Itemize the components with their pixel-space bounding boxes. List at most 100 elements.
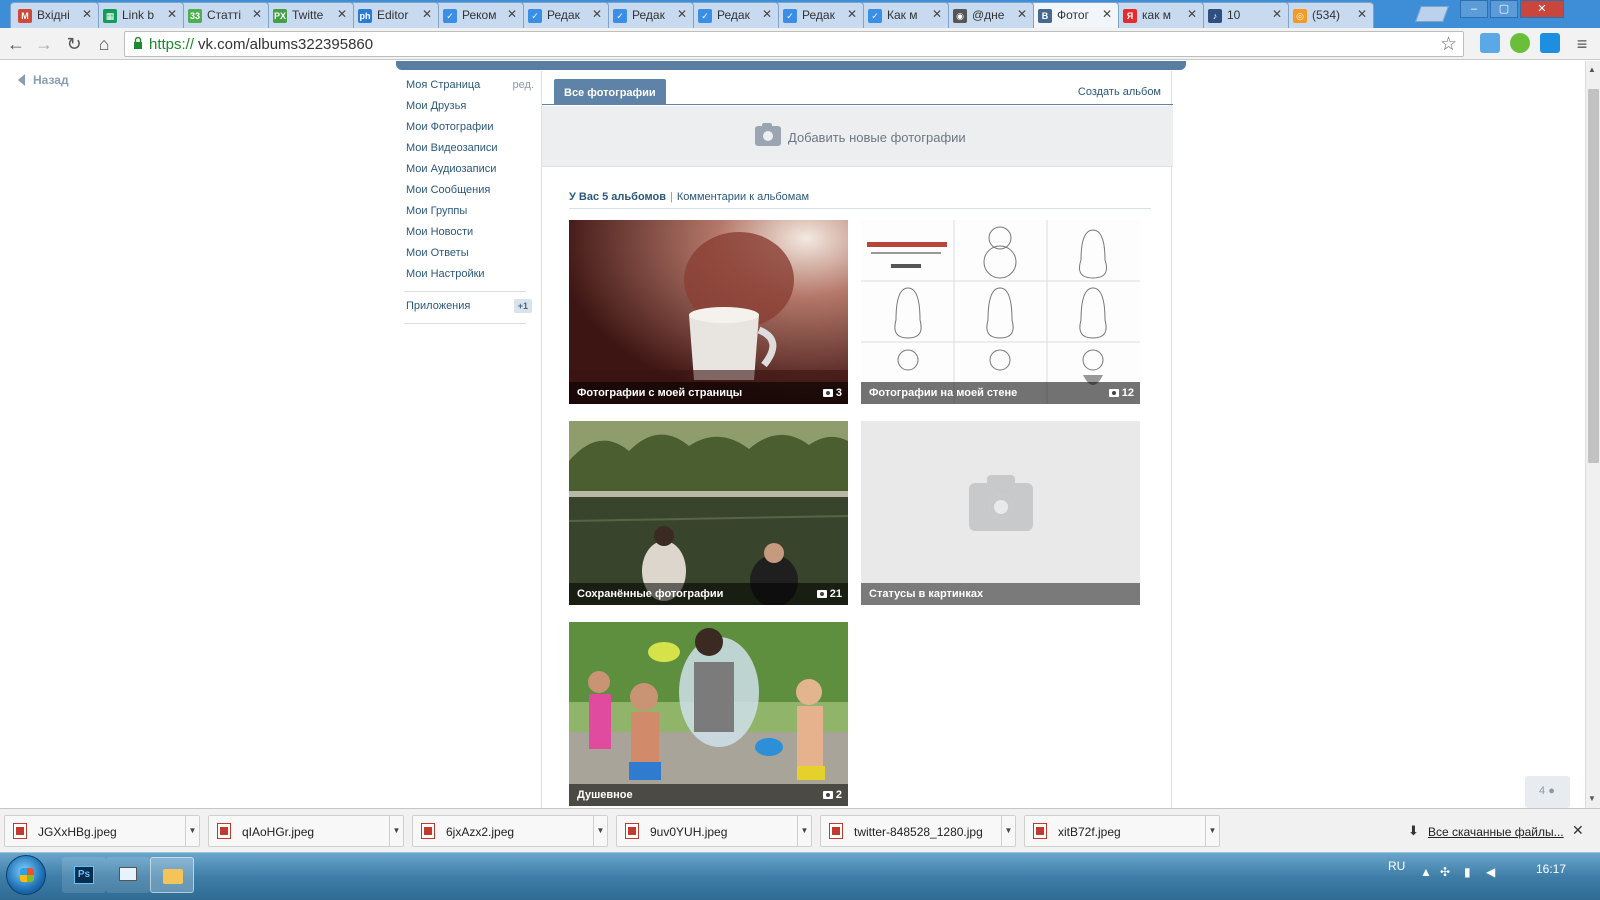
tab-close-icon[interactable]: ✕ <box>1272 7 1282 21</box>
tab-close-icon[interactable]: ✕ <box>592 7 602 21</box>
home-icon[interactable]: ⌂ <box>92 32 116 56</box>
taskbar-window[interactable] <box>106 857 150 893</box>
chevron-down-icon[interactable]: ▼ <box>185 816 199 846</box>
menu-videos[interactable]: Мои Видеозаписи <box>404 138 536 159</box>
tab-close-icon[interactable]: ✕ <box>337 7 347 21</box>
album-card[interactable]: Фотографии с моей страницы 3 <box>569 220 848 404</box>
tab-close-icon[interactable]: ✕ <box>1357 7 1367 21</box>
browser-tab[interactable]: ✓ Редак ✕ <box>605 2 694 28</box>
back-arrow-icon[interactable]: ← <box>4 32 28 56</box>
forward-arrow-icon[interactable]: → <box>32 32 56 56</box>
start-button[interactable] <box>6 855 46 895</box>
browser-tab[interactable]: ✓ Редак ✕ <box>690 2 779 28</box>
browser-tab[interactable]: ✓ Как м ✕ <box>860 2 949 28</box>
chevron-down-icon[interactable]: ▼ <box>1205 816 1219 846</box>
reload-icon[interactable]: ↻ <box>62 32 86 56</box>
album-card[interactable]: Статусы в картинках <box>861 421 1140 605</box>
browser-tab[interactable]: ✓ Реком ✕ <box>435 2 524 28</box>
online-friends-widget[interactable]: 4 ● <box>1525 776 1570 808</box>
tab-close-icon[interactable]: ✕ <box>847 7 857 21</box>
menu-news[interactable]: Мои Новости <box>404 222 536 243</box>
download-item[interactable]: 9uv0YUH.jpeg ▼ <box>616 815 812 847</box>
menu-groups[interactable]: Мои Группы <box>404 201 536 222</box>
download-item[interactable]: qIAoHGr.jpeg ▼ <box>208 815 404 847</box>
browser-tab[interactable]: B Фотог ✕ <box>1030 2 1119 28</box>
menu-icon[interactable]: ≡ <box>1570 32 1594 56</box>
browser-tab[interactable]: ♪ 10 ✕ <box>1200 2 1289 28</box>
browser-tab[interactable]: ph Editor ✕ <box>350 2 439 28</box>
download-extension-icon[interactable] <box>1510 33 1530 53</box>
menu-photos[interactable]: Мои Фотографии <box>404 117 536 138</box>
language-indicator[interactable]: RU <box>1388 859 1405 873</box>
menu-divider <box>404 323 526 324</box>
create-album-link[interactable]: Создать альбом <box>1078 86 1161 98</box>
browser-tab[interactable]: PX Twitte ✕ <box>265 2 354 28</box>
menu-apps[interactable]: Приложения +1 <box>404 296 536 317</box>
chevron-down-icon[interactable]: ▼ <box>1001 816 1015 846</box>
tab-close-icon[interactable]: ✕ <box>167 7 177 21</box>
album-card[interactable]: Фотографии на моей стене 12 <box>861 220 1140 404</box>
bookmark-star-icon[interactable]: ☆ <box>1440 33 1457 56</box>
tray-expand-icon[interactable]: ▲ <box>1420 865 1432 879</box>
taskbar-photoshop[interactable]: Ps <box>62 857 106 893</box>
back-link[interactable]: Назад <box>18 73 69 87</box>
tab-close-icon[interactable]: ✕ <box>932 7 942 21</box>
search-extension-icon[interactable] <box>1540 33 1560 53</box>
tab-all-photos[interactable]: Все фотографии <box>554 79 666 105</box>
taskbar-explorer[interactable] <box>150 857 194 893</box>
tab-close-icon[interactable]: ✕ <box>1187 7 1197 21</box>
address-bar[interactable]: https:// vk.com/albums322395860 ☆ <box>124 31 1464 57</box>
menu-friends[interactable]: Мои Друзья <box>404 96 536 117</box>
album-card[interactable]: Сохранённые фотографии 21 <box>569 421 848 605</box>
maximize-button[interactable]: ▢ <box>1490 0 1518 18</box>
menu-answers[interactable]: Мои Ответы <box>404 243 536 264</box>
menu-my-page[interactable]: Моя Страница ред. <box>404 75 536 96</box>
tab-close-icon[interactable]: ✕ <box>507 7 517 21</box>
browser-tab[interactable]: M Вхідні ✕ <box>10 2 99 28</box>
network-icon[interactable]: ▮ <box>1464 865 1471 879</box>
scroll-down-icon[interactable]: ▼ <box>1588 794 1596 803</box>
close-window-button[interactable]: ✕ <box>1520 0 1564 18</box>
menu-messages[interactable]: Мои Сообщения <box>404 180 536 201</box>
download-item[interactable]: twitter-848528_1280.jpg ▼ <box>820 815 1016 847</box>
tab-close-icon[interactable]: ✕ <box>762 7 772 21</box>
browser-tab[interactable]: ◎ (534) ✕ <box>1285 2 1374 28</box>
tab-close-icon[interactable]: ✕ <box>677 7 687 21</box>
add-photos-button[interactable]: Добавить новые фотографии <box>542 106 1173 167</box>
tab-close-icon[interactable]: ✕ <box>252 7 262 21</box>
album-comments-link[interactable]: Комментарии к альбомам <box>677 191 809 203</box>
chevron-down-icon[interactable]: ▼ <box>593 816 607 846</box>
tab-close-icon[interactable]: ✕ <box>1102 7 1112 21</box>
download-item[interactable]: xitB72f.jpeg ▼ <box>1024 815 1220 847</box>
download-item[interactable]: 6jxAzx2.jpeg ▼ <box>412 815 608 847</box>
download-filename: twitter-848528_1280.jpg <box>854 825 983 839</box>
menu-settings[interactable]: Мои Настройки <box>404 264 536 285</box>
volume-icon[interactable]: ◀ <box>1486 865 1495 879</box>
menu-audio[interactable]: Мои Аудиозаписи <box>404 159 536 180</box>
clock[interactable]: 16:17 <box>1536 862 1566 876</box>
tab-close-icon[interactable]: ✕ <box>1017 7 1027 21</box>
browser-tab[interactable]: ✓ Редак ✕ <box>775 2 864 28</box>
new-tab-button[interactable] <box>1415 6 1449 22</box>
tray-app-icon[interactable]: ✣ <box>1440 865 1450 879</box>
browser-tab[interactable]: Якак м ✕ <box>1115 2 1204 28</box>
extension-icon[interactable] <box>1480 33 1500 53</box>
browser-tab[interactable]: 33 Статті ✕ <box>180 2 269 28</box>
tab-close-icon[interactable]: ✕ <box>82 7 92 21</box>
page-scrollbar[interactable]: ▲ ▼ <box>1585 61 1600 808</box>
close-icon[interactable]: ✕ <box>1572 822 1584 839</box>
chevron-down-icon[interactable]: ▼ <box>797 816 811 846</box>
browser-tab[interactable]: ✓ Редак ✕ <box>520 2 609 28</box>
browser-tab[interactable]: ◉ @дне ✕ <box>945 2 1034 28</box>
edit-profile-link[interactable]: ред. <box>513 79 534 91</box>
scroll-up-icon[interactable]: ▲ <box>1588 65 1596 74</box>
tab-close-icon[interactable]: ✕ <box>422 7 432 21</box>
minimize-button[interactable]: – <box>1460 0 1488 18</box>
download-item[interactable]: JGXxHBg.jpeg ▼ <box>4 815 200 847</box>
odnoklassniki-icon: ◎ <box>1293 9 1307 23</box>
browser-tab[interactable]: ▦ Link b ✕ <box>95 2 184 28</box>
chevron-down-icon[interactable]: ▼ <box>389 816 403 846</box>
all-downloads-link[interactable]: Все скачанные файлы... <box>1428 825 1564 839</box>
scroll-thumb[interactable] <box>1588 89 1599 463</box>
album-card[interactable]: Душевное 2 <box>569 622 848 806</box>
